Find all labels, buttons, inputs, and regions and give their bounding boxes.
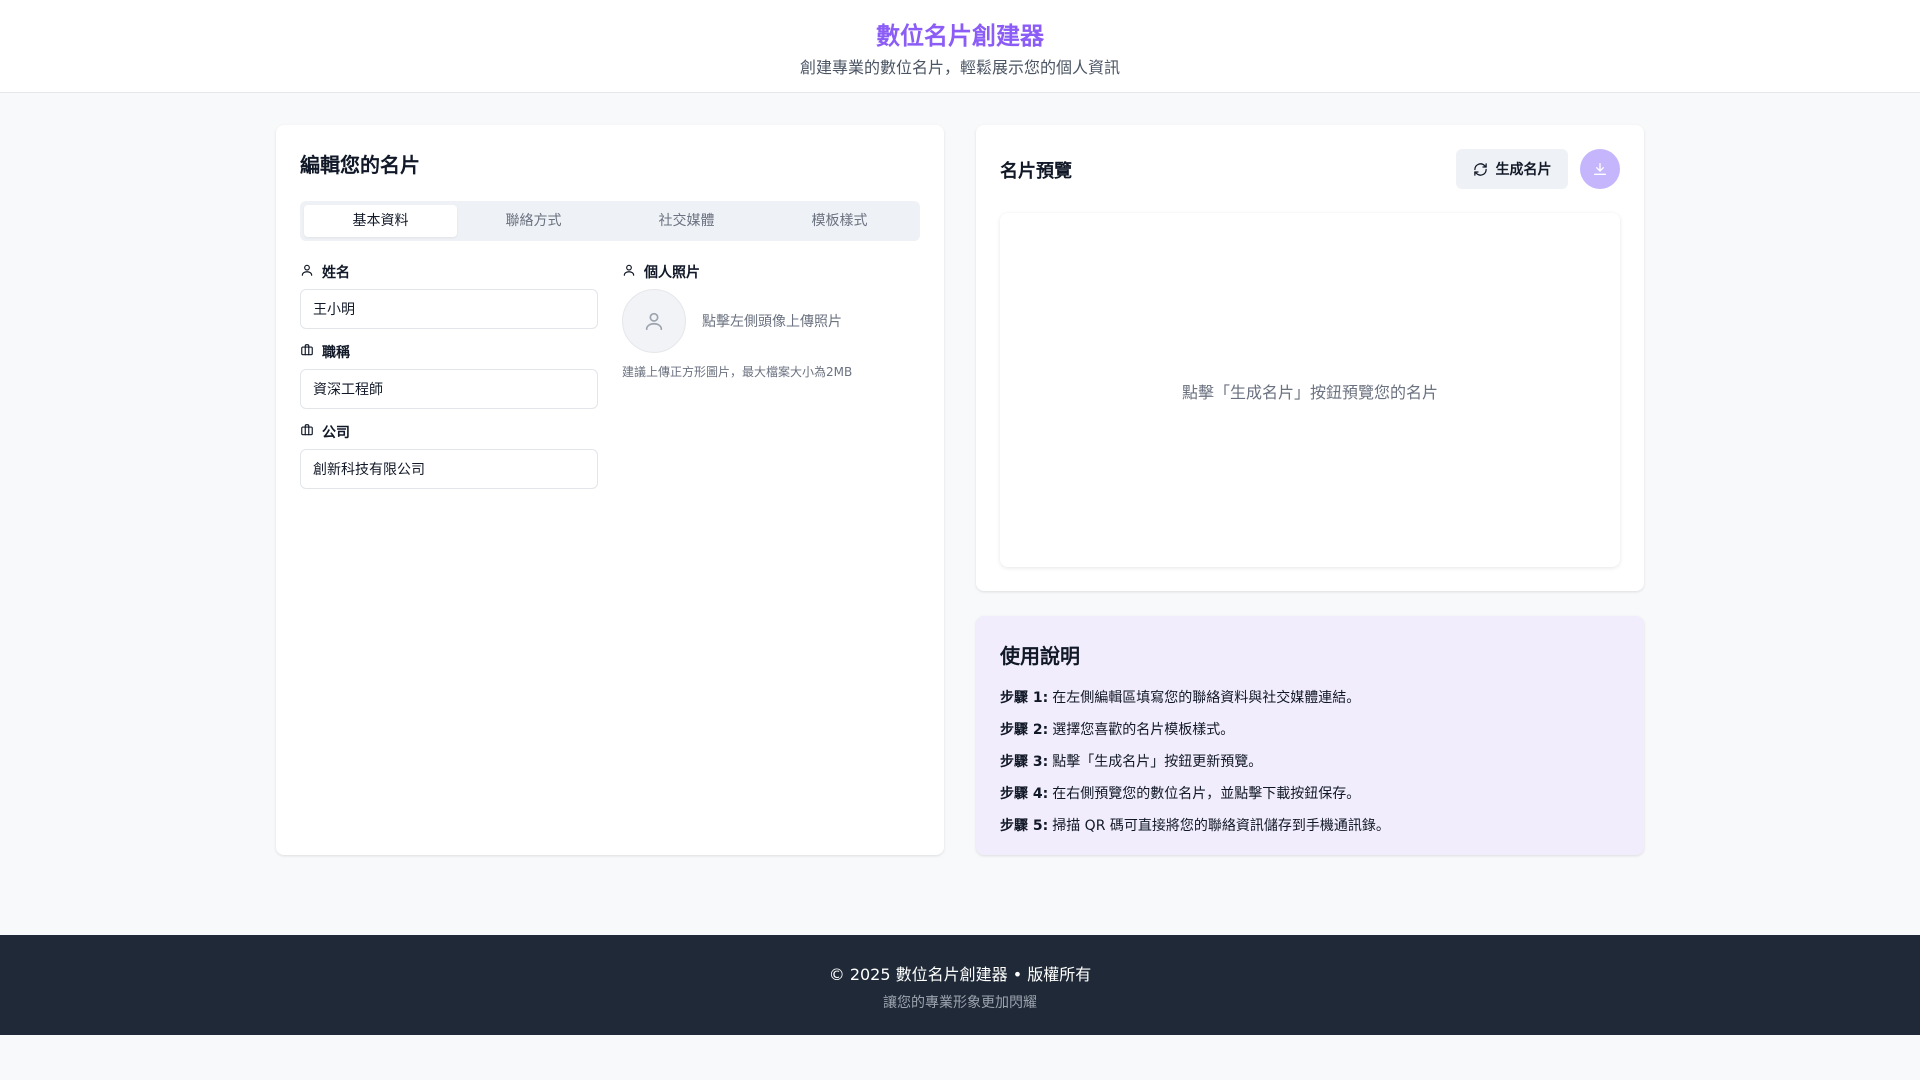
photo-upload-hint: 點擊左側頭像上傳照片	[702, 314, 842, 330]
step-prefix: 步驟 3:	[1000, 754, 1049, 770]
page-footer: © 2025 數位名片創建器 • 版權所有 讓您的專業形象更加閃耀	[0, 935, 1920, 1035]
app-subtitle: 創建專業的數位名片，輕鬆展示您的個人資訊	[799, 58, 1120, 77]
step-text: 在左側編輯區填寫您的聯絡資料與社交媒體連結。	[1052, 690, 1361, 706]
instructions-card: 使用說明 步驟 1: 在左側編輯區填寫您的聯絡資料與社交媒體連結。 步驟 2: 選擇…	[976, 616, 1644, 855]
refresh-icon	[1473, 162, 1487, 176]
editor-tabs: 基本資料 聯絡方式 社交媒體 模板樣式	[300, 201, 920, 241]
step-prefix: 步驟 5:	[1000, 818, 1049, 834]
user-icon	[300, 263, 314, 283]
job-title-label-row: 職稱	[300, 343, 598, 363]
avatar-upload[interactable]	[622, 289, 686, 353]
instruction-step: 步驟 1: 在左側編輯區填寫您的聯絡資料與社交媒體連結。	[1000, 682, 1620, 714]
instructions-title: 使用說明	[1000, 644, 1080, 668]
step-text: 點擊「生成名片」按鈕更新預覽。	[1052, 754, 1263, 770]
company-label: 公司	[322, 425, 350, 441]
photo-size-note: 建議上傳正方形圖片，最大檔案大小為2MB	[622, 365, 853, 379]
company-field-group: 公司	[300, 423, 598, 489]
company-input[interactable]	[300, 449, 598, 489]
card-preview-area: 點擊「生成名片」按鈕預覽您的名片	[1000, 213, 1620, 567]
job-title-label: 職稱	[322, 345, 350, 361]
download-button[interactable]	[1580, 149, 1620, 189]
instructions-steps: 步驟 1: 在左側編輯區填寫您的聯絡資料與社交媒體連結。 步驟 2: 選擇您喜歡的名…	[1000, 682, 1620, 842]
instruction-step: 步驟 5: 掃描 QR 碼可直接將您的聯絡資訊儲存到手機通訊錄。	[1000, 810, 1620, 842]
instruction-step: 步驟 3: 點擊「生成名片」按鈕更新預覽。	[1000, 746, 1620, 778]
tab-social-media[interactable]: 社交媒體	[610, 205, 763, 237]
tab-basic-info[interactable]: 基本資料	[304, 205, 457, 237]
photo-label: 個人照片	[644, 265, 700, 281]
job-title-field-group: 職稱	[300, 343, 598, 409]
name-field-group: 姓名	[300, 263, 598, 329]
user-icon	[645, 312, 663, 331]
preview-card: 名片預覽 生成名片 點擊「生成名片」按鈕預覽您的名片	[976, 125, 1644, 591]
footer-tagline: 讓您的專業形象更加閃耀	[883, 995, 1037, 1011]
photo-upload-row: 點擊左側頭像上傳照片	[622, 289, 920, 353]
user-icon	[622, 263, 636, 283]
editor-title: 編輯您的名片	[300, 153, 420, 177]
editor-card: 編輯您的名片 基本資料 聯絡方式 社交媒體 模板樣式 姓名 職稱 公司	[276, 125, 944, 855]
job-title-input[interactable]	[300, 369, 598, 409]
step-text: 選擇您喜歡的名片模板樣式。	[1052, 722, 1235, 738]
page-header: 數位名片創建器 創建專業的數位名片，輕鬆展示您的個人資訊	[0, 0, 1920, 93]
briefcase-icon	[300, 423, 314, 443]
photo-field-group: 個人照片 點擊左側頭像上傳照片 建議上傳正方形圖片，最大檔案大小為2MB	[622, 263, 920, 380]
tab-template-style[interactable]: 模板樣式	[763, 205, 916, 237]
tab-contact[interactable]: 聯絡方式	[457, 205, 610, 237]
generate-card-label: 生成名片	[1495, 162, 1552, 178]
company-label-row: 公司	[300, 423, 598, 443]
app-title: 數位名片創建器	[876, 22, 1044, 50]
instruction-step: 步驟 2: 選擇您喜歡的名片模板樣式。	[1000, 714, 1620, 746]
step-text: 在右側預覽您的數位名片，並點擊下載按鈕保存。	[1052, 786, 1361, 802]
step-prefix: 步驟 2:	[1000, 722, 1049, 738]
preview-title: 名片預覽	[1000, 161, 1072, 182]
generate-card-button[interactable]: 生成名片	[1456, 149, 1568, 189]
name-label-row: 姓名	[300, 263, 598, 283]
instruction-step: 步驟 4: 在右側預覽您的數位名片，並點擊下載按鈕保存。	[1000, 778, 1620, 810]
download-icon	[1594, 163, 1606, 175]
name-input[interactable]	[300, 289, 598, 329]
photo-label-row: 個人照片	[622, 263, 920, 283]
name-label: 姓名	[322, 265, 350, 281]
briefcase-icon	[300, 343, 314, 363]
preview-placeholder: 點擊「生成名片」按鈕預覽您的名片	[1181, 383, 1438, 402]
step-prefix: 步驟 1:	[1000, 690, 1049, 706]
step-text: 掃描 QR 碼可直接將您的聯絡資訊儲存到手機通訊錄。	[1052, 818, 1390, 834]
step-prefix: 步驟 4:	[1000, 786, 1049, 802]
footer-copyright: © 2025 數位名片創建器 • 版權所有	[828, 965, 1092, 984]
